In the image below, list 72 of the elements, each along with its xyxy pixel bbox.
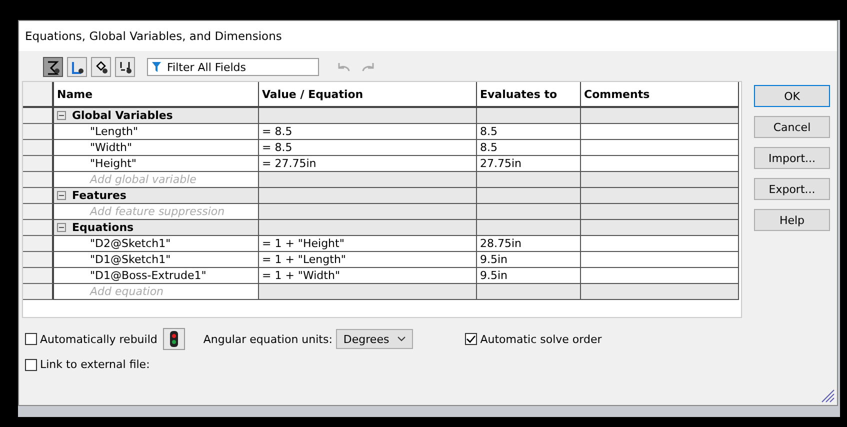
result-cell: 27.75in (477, 156, 581, 172)
name-cell[interactable]: "D1@Boss-Extrude1" (54, 268, 259, 284)
resize-grip-icon[interactable] (821, 389, 835, 403)
row-header[interactable] (23, 172, 54, 188)
collapse-icon[interactable] (57, 111, 66, 120)
row-header[interactable] (23, 108, 54, 124)
view-mode-icon (69, 59, 85, 75)
checkbox-box[interactable] (25, 333, 37, 345)
view-toggle-button[interactable] (67, 57, 87, 77)
result-cell: 28.75in (477, 236, 581, 252)
equation-cell[interactable]: = 8.5 (259, 124, 477, 140)
row-header[interactable] (23, 252, 54, 268)
comment-cell[interactable] (581, 252, 739, 268)
name-cell[interactable]: "Height" (54, 156, 259, 172)
units-dropdown[interactable]: Degrees (336, 329, 414, 349)
comment-cell[interactable] (581, 124, 739, 140)
equation-cell[interactable]: = 1 + "Height" (259, 236, 477, 252)
row-header[interactable] (23, 140, 54, 156)
view-toggle-button[interactable] (43, 57, 63, 77)
dialog-button[interactable]: Help (754, 209, 830, 231)
name-cell[interactable]: "D2@Sketch1" (54, 236, 259, 252)
window-title: Equations, Global Variables, and Dimensions (19, 21, 837, 51)
group-row-cell[interactable]: Global Variables (54, 108, 259, 124)
view-toggle-button[interactable] (91, 57, 111, 77)
column-header[interactable]: Value / Equation (259, 82, 477, 108)
column-header[interactable]: Evaluates to (477, 82, 581, 108)
name-cell[interactable]: "Width" (54, 140, 259, 156)
row-header[interactable] (23, 188, 54, 204)
comment-cell[interactable] (581, 156, 739, 172)
group-label: Global Variables (72, 109, 173, 122)
result-cell: 8.5 (477, 140, 581, 156)
dialog-button[interactable]: Import... (754, 147, 830, 169)
view-mode-icon (45, 59, 61, 75)
comment-cell[interactable] (581, 140, 739, 156)
result-cell: 8.5 (477, 124, 581, 140)
group-label: Equations (72, 221, 134, 234)
column-header[interactable]: Name (54, 82, 259, 108)
name-cell[interactable]: "D1@Sketch1" (54, 252, 259, 268)
name-cell[interactable]: "Length" (54, 124, 259, 140)
row-header[interactable] (23, 236, 54, 252)
filter-icon (152, 62, 161, 72)
row-header[interactable] (23, 220, 54, 236)
row-header[interactable] (23, 268, 54, 284)
row-header[interactable] (23, 204, 54, 220)
equation-cell[interactable]: = 1 + "Length" (259, 252, 477, 268)
collapse-icon[interactable] (57, 223, 66, 232)
equation-cell[interactable]: = 8.5 (259, 140, 477, 156)
group-row-cell[interactable]: Features (54, 188, 259, 204)
result-cell: 9.5in (477, 268, 581, 284)
corner-header[interactable] (23, 82, 54, 108)
checkbox-box[interactable] (25, 358, 37, 370)
group-row-cell[interactable]: Equations (54, 220, 259, 236)
dialog-button[interactable]: Cancel (754, 116, 830, 138)
dialog-button[interactable]: Export... (754, 178, 830, 200)
column-header[interactable]: Comments (581, 82, 739, 108)
caret-icon (397, 336, 406, 342)
comment-cell[interactable] (581, 268, 739, 284)
row-header[interactable] (23, 284, 54, 300)
row-header[interactable] (23, 124, 54, 140)
row-header[interactable] (23, 156, 54, 172)
equation-cell[interactable]: = 27.75in (259, 156, 477, 172)
dialog-button[interactable]: OK (754, 85, 830, 107)
filter-field[interactable]: Filter All Fields (147, 58, 319, 76)
view-toggle-button[interactable] (115, 57, 135, 77)
equation-cell[interactable]: = 1 + "Width" (259, 268, 477, 284)
checkbox-box[interactable] (465, 333, 478, 345)
traffic-light-icon[interactable] (163, 328, 186, 350)
comment-cell[interactable] (581, 236, 739, 252)
units-label: Angular equation units: (203, 332, 332, 346)
group-label: Features (72, 189, 126, 202)
collapse-icon[interactable] (57, 191, 66, 200)
result-cell: 9.5in (477, 252, 581, 268)
